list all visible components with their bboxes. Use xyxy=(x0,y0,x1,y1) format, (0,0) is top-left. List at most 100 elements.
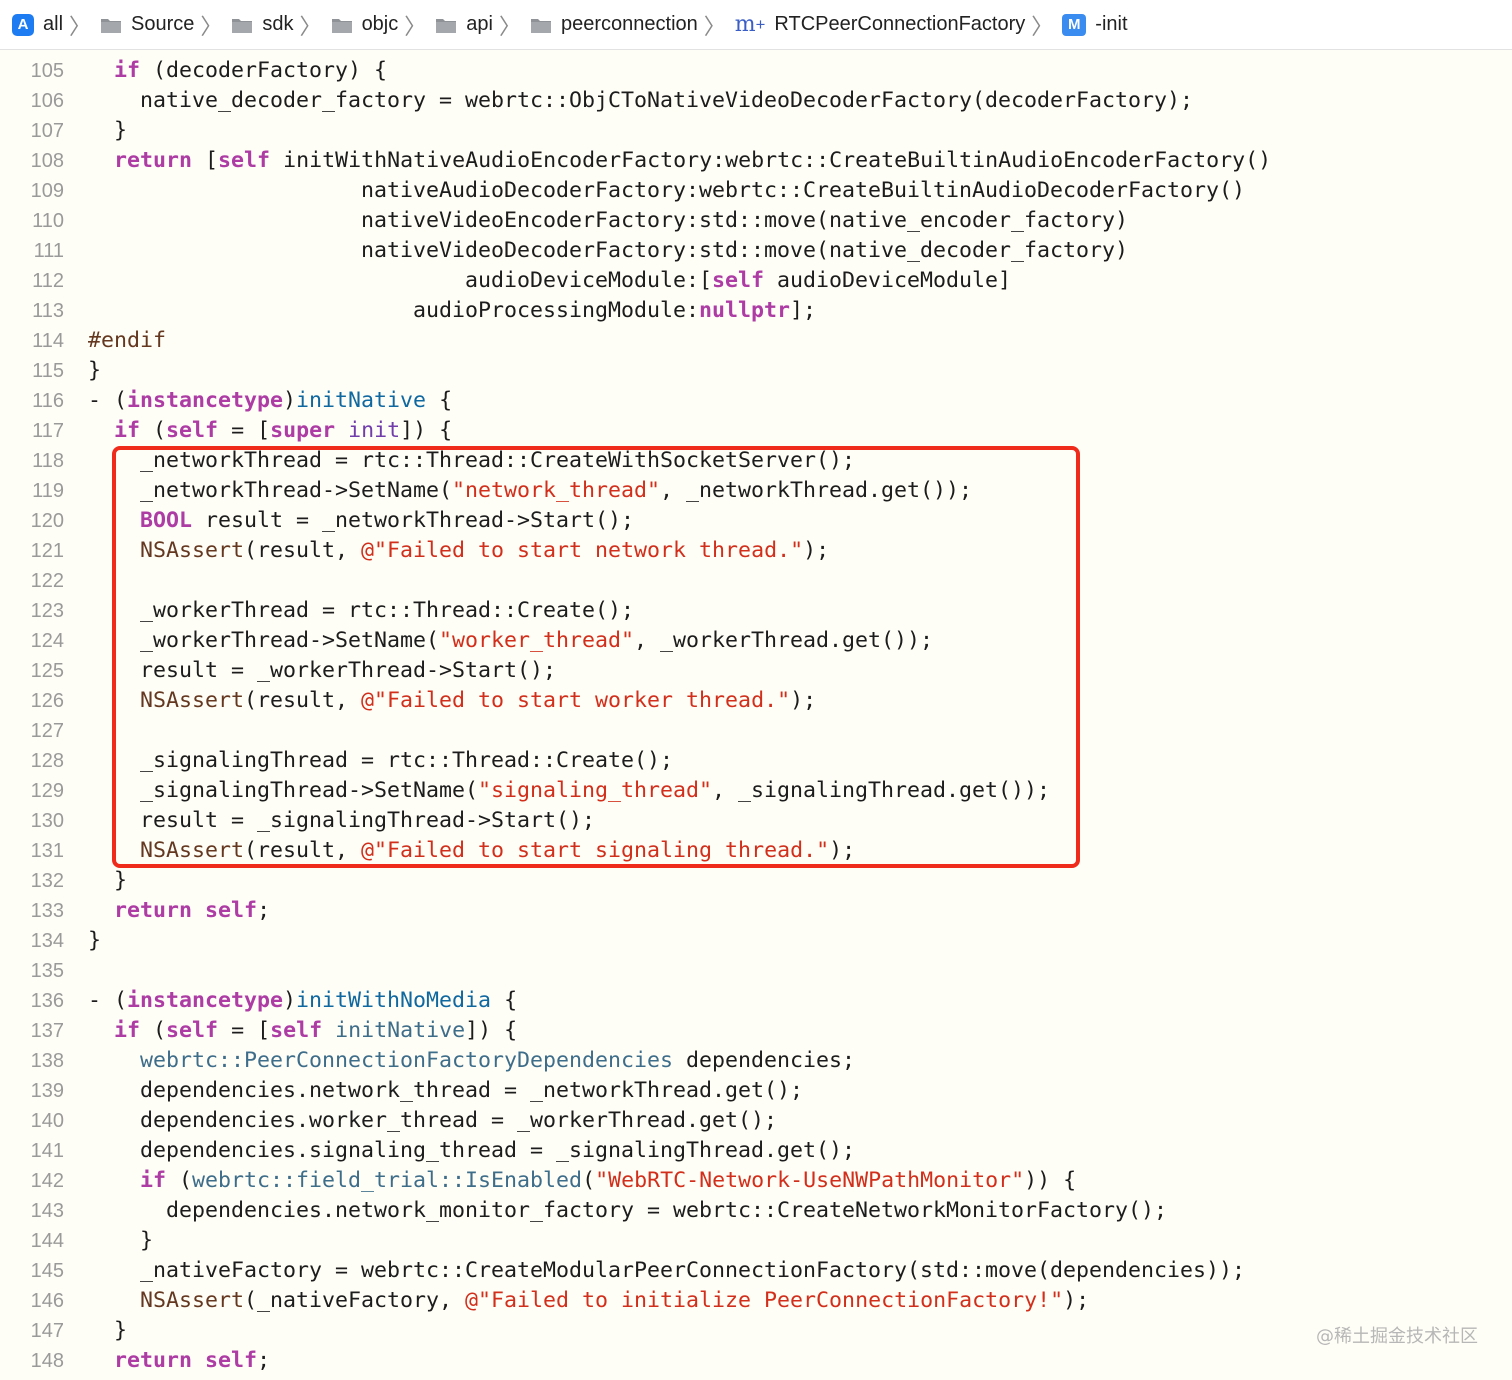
line-number[interactable]: 113 xyxy=(0,296,64,326)
code-line[interactable]: 119 _networkThread->SetName("network_thr… xyxy=(0,476,1512,506)
code-line[interactable]: 135 xyxy=(0,956,1512,986)
line-number[interactable]: 118 xyxy=(0,446,64,476)
line-number[interactable]: 110 xyxy=(0,206,64,236)
code-text: native_decoder_factory = webrtc::ObjCToN… xyxy=(88,86,1193,116)
code-editor[interactable]: 105 if (decoderFactory) {106 native_deco… xyxy=(0,56,1512,1376)
line-number[interactable]: 140 xyxy=(0,1106,64,1136)
line-number[interactable]: 136 xyxy=(0,986,64,1016)
code-line[interactable]: 144 } xyxy=(0,1226,1512,1256)
code-line[interactable]: 115} xyxy=(0,356,1512,386)
line-number[interactable]: 137 xyxy=(0,1016,64,1046)
code-line[interactable]: 130 result = _signalingThread->Start(); xyxy=(0,806,1512,836)
line-number[interactable]: 106 xyxy=(0,86,64,116)
code-line[interactable]: 113 audioProcessingModule:nullptr]; xyxy=(0,296,1512,326)
line-number[interactable]: 124 xyxy=(0,626,64,656)
line-number[interactable]: 105 xyxy=(0,56,64,86)
code-line[interactable]: 134} xyxy=(0,926,1512,956)
code-line[interactable]: 147 } xyxy=(0,1316,1512,1346)
code-line[interactable]: 105 if (decoderFactory) { xyxy=(0,56,1512,86)
line-number[interactable]: 144 xyxy=(0,1226,64,1256)
line-number[interactable]: 121 xyxy=(0,536,64,566)
line-number[interactable]: 127 xyxy=(0,716,64,746)
code-line[interactable]: 146 NSAssert(_nativeFactory, @"Failed to… xyxy=(0,1286,1512,1316)
code-line[interactable]: 125 result = _workerThread->Start(); xyxy=(0,656,1512,686)
line-number[interactable]: 126 xyxy=(0,686,64,716)
line-number[interactable]: 146 xyxy=(0,1286,64,1316)
code-line[interactable]: 111 nativeVideoDecoderFactory:std::move(… xyxy=(0,236,1512,266)
line-number[interactable]: 116 xyxy=(0,386,64,416)
code-line[interactable]: 132 } xyxy=(0,866,1512,896)
breadcrumb-item-all[interactable]: Aall xyxy=(12,13,63,36)
line-number[interactable]: 125 xyxy=(0,656,64,686)
code-line[interactable]: 120 BOOL result = _networkThread->Start(… xyxy=(0,506,1512,536)
code-line[interactable]: 107 } xyxy=(0,116,1512,146)
code-line[interactable]: 145 _nativeFactory = webrtc::CreateModul… xyxy=(0,1256,1512,1286)
line-number[interactable]: 131 xyxy=(0,836,64,866)
line-number[interactable]: 145 xyxy=(0,1256,64,1286)
line-number[interactable]: 114 xyxy=(0,326,64,356)
line-number[interactable]: 135 xyxy=(0,956,64,986)
code-line[interactable]: 131 NSAssert(result, @"Failed to start s… xyxy=(0,836,1512,866)
code-line[interactable]: 140 dependencies.worker_thread = _worker… xyxy=(0,1106,1512,1136)
line-number[interactable]: 115 xyxy=(0,356,64,386)
code-line[interactable]: 137 if (self = [self initNative]) { xyxy=(0,1016,1512,1046)
code-line[interactable]: 136 - (instancetype)initWithNoMedia { xyxy=(0,986,1512,1016)
line-number[interactable]: 141 xyxy=(0,1136,64,1166)
line-number[interactable]: 134 xyxy=(0,926,64,956)
code-line[interactable]: 138 webrtc::PeerConnectionFactoryDepende… xyxy=(0,1046,1512,1076)
line-number[interactable]: 143 xyxy=(0,1196,64,1226)
code-line[interactable]: 124 _workerThread->SetName("worker_threa… xyxy=(0,626,1512,656)
breadcrumb-item-rtcpeerconnectionfactory[interactable]: m + RTCPeerConnectionFactory xyxy=(735,12,1025,37)
code-line[interactable]: 142 if (webrtc::field_trial::IsEnabled("… xyxy=(0,1166,1512,1196)
line-number[interactable]: 123 xyxy=(0,596,64,626)
line-number[interactable]: 132 xyxy=(0,866,64,896)
breadcrumb-item-objc[interactable]: objc xyxy=(331,13,398,36)
code-line[interactable]: 123 _workerThread = rtc::Thread::Create(… xyxy=(0,596,1512,626)
code-line[interactable]: 148 return self; xyxy=(0,1346,1512,1376)
code-line[interactable]: 141 dependencies.signaling_thread = _sig… xyxy=(0,1136,1512,1166)
line-number[interactable]: 120 xyxy=(0,506,64,536)
code-line[interactable]: 128 _signalingThread = rtc::Thread::Crea… xyxy=(0,746,1512,776)
line-number[interactable]: 119 xyxy=(0,476,64,506)
breadcrumb-item-source[interactable]: Source xyxy=(100,13,194,36)
code-line[interactable]: 109 nativeAudioDecoderFactory:webrtc::Cr… xyxy=(0,176,1512,206)
line-number[interactable]: 112 xyxy=(0,266,64,296)
line-number[interactable]: 142 xyxy=(0,1166,64,1196)
breadcrumb-item-peerconnection[interactable]: peerconnection xyxy=(530,13,698,36)
line-number[interactable]: 129 xyxy=(0,776,64,806)
line-number[interactable]: 139 xyxy=(0,1076,64,1106)
line-number[interactable]: 122 xyxy=(0,566,64,596)
code-line[interactable]: 121 NSAssert(result, @"Failed to start n… xyxy=(0,536,1512,566)
line-number[interactable]: 130 xyxy=(0,806,64,836)
code-line[interactable]: 110 nativeVideoEncoderFactory:std::move(… xyxy=(0,206,1512,236)
code-line[interactable]: 122 xyxy=(0,566,1512,596)
line-number[interactable]: 148 xyxy=(0,1346,64,1376)
code-line[interactable]: 126 NSAssert(result, @"Failed to start w… xyxy=(0,686,1512,716)
line-number[interactable]: 109 xyxy=(0,176,64,206)
line-number[interactable]: 108 xyxy=(0,146,64,176)
code-line[interactable]: 117 if (self = [super init]) { xyxy=(0,416,1512,446)
line-number[interactable]: 117 xyxy=(0,416,64,446)
code-line[interactable]: 108 return [self initWithNativeAudioEnco… xyxy=(0,146,1512,176)
code-line[interactable]: 143 dependencies.network_monitor_factory… xyxy=(0,1196,1512,1226)
line-number[interactable]: 138 xyxy=(0,1046,64,1076)
line-number[interactable]: 111 xyxy=(0,236,64,266)
code-line[interactable]: 106 native_decoder_factory = webrtc::Obj… xyxy=(0,86,1512,116)
breadcrumb-item-api[interactable]: api xyxy=(435,13,493,36)
code-line[interactable]: 114 #endif xyxy=(0,326,1512,356)
breadcrumb-label: RTCPeerConnectionFactory xyxy=(774,13,1026,35)
line-number[interactable]: 128 xyxy=(0,746,64,776)
line-number[interactable]: 147 xyxy=(0,1316,64,1346)
line-number[interactable]: 107 xyxy=(0,116,64,146)
breadcrumb-item-sdk[interactable]: sdk xyxy=(231,13,294,36)
code-line[interactable]: 116 - (instancetype)initNative { xyxy=(0,386,1512,416)
code-line[interactable]: 139 dependencies.network_thread = _netwo… xyxy=(0,1076,1512,1106)
line-number[interactable]: 133 xyxy=(0,896,64,926)
breadcrumb-item-init[interactable]: M -init xyxy=(1062,13,1128,36)
code-line[interactable]: 129 _signalingThread->SetName("signaling… xyxy=(0,776,1512,806)
code-line[interactable]: 118 _networkThread = rtc::Thread::Create… xyxy=(0,446,1512,476)
code-line[interactable]: 133 return self; xyxy=(0,896,1512,926)
code-line[interactable]: 127 xyxy=(0,716,1512,746)
code-line[interactable]: 112 audioDeviceModule:[self audioDeviceM… xyxy=(0,266,1512,296)
